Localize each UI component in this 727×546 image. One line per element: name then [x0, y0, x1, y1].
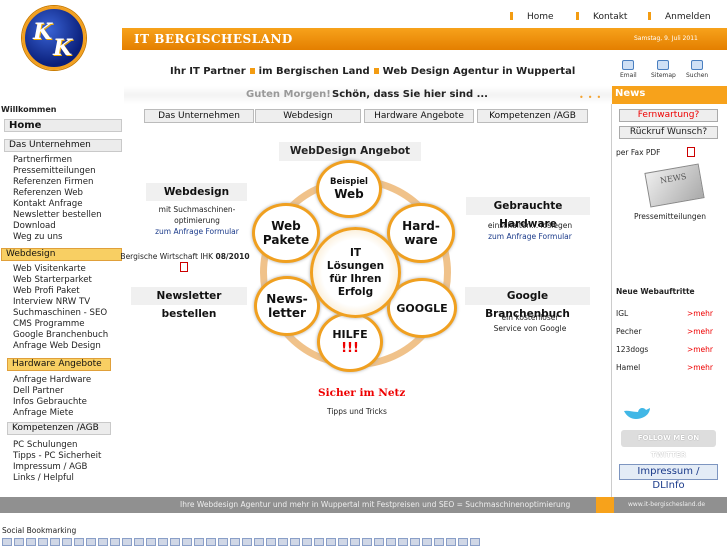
nav-kontakt[interactable]: Kontakt	[576, 12, 627, 22]
sidebar-section-kompetenzen[interactable]: Kompetenzen /AGB	[7, 422, 111, 435]
fax-pdf-link[interactable]: per Fax PDF	[616, 148, 719, 157]
tagline: Ihr IT Partner im Bergischen Land Web Desi…	[170, 66, 576, 77]
site-logo[interactable]: K K	[22, 6, 86, 70]
sidebar-link[interactable]: Interview NRW TV	[13, 297, 90, 307]
footer-text: Ihre Webdesign Agentur und mehr in Wuppe…	[180, 500, 571, 509]
sidebar-link[interactable]: Web Visitenkarte	[13, 264, 86, 274]
tab-kompetenzen[interactable]: Kompetenzen /AGB	[477, 109, 588, 123]
newsletter-title[interactable]: Newsletter bestellen	[131, 287, 247, 320]
left-sidebar: Willkommen Home Das Unternehmen Partnerf…	[0, 104, 124, 498]
sidebar-link[interactable]: Web Starterparket	[13, 275, 92, 285]
tab-webdesign[interactable]: Webdesign	[255, 109, 361, 123]
divider	[611, 104, 612, 497]
webdesign-text: mit Suchmaschinen-optimierung zum Anfrag…	[155, 205, 239, 236]
search-icon	[691, 60, 704, 70]
greeting-time: Guten Morgen!	[246, 89, 331, 100]
fernwartung-button[interactable]: Fernwartung?	[619, 109, 718, 122]
logo-letter-k2: K	[53, 35, 73, 61]
circle-web-pakete[interactable]: Web Pakete	[252, 203, 320, 263]
rueckruf-button[interactable]: Rückruf Wunsch?	[619, 126, 718, 139]
neue-webauftritte-heading: Neue Webauftritte	[616, 287, 695, 296]
webauftritt-row[interactable]: Hamel >mehr	[616, 363, 719, 372]
circle-newsletter[interactable]: News-letter	[254, 276, 320, 336]
sidebar-link[interactable]: PC Schulungen	[13, 440, 77, 450]
sidebar-link[interactable]: Impressum / AGB	[13, 462, 87, 472]
sidebar-link[interactable]: Google Branchenbuch	[13, 330, 108, 340]
social-bookmarking-label: Social Bookmarking	[2, 526, 77, 535]
current-date: Samstag, 9. Juli 2011	[634, 35, 698, 42]
sidebar-section-webdesign[interactable]: Webdesign	[1, 248, 122, 261]
tipps-text: Tipps und Tricks	[327, 407, 387, 416]
welcome-label: Willkommen	[1, 105, 57, 114]
webdesign-form-link[interactable]: zum Anfrage Formular	[155, 227, 239, 236]
hardware-text: einschalten... loslegen zum Anfrage Form…	[487, 221, 573, 241]
sidebar-link[interactable]: Web Profi Paket	[13, 286, 80, 296]
sidebar-link[interactable]: Newsletter bestellen	[13, 210, 102, 220]
sitemap-icon	[657, 60, 670, 70]
pressemitteilungen-link[interactable]: Pressemitteilungen	[634, 212, 727, 221]
circle-beispiel-web[interactable]: Beispiel Web	[316, 160, 382, 218]
main-title: WebDesign Angebot	[279, 142, 421, 161]
sidebar-section-unternehmen[interactable]: Das Unternehmen	[4, 139, 122, 152]
circle-hilfe[interactable]: HILFE!!!	[317, 312, 383, 372]
webauftritt-row[interactable]: Pecher >mehr	[616, 327, 719, 336]
follow-twitter-button[interactable]: FOLLOW ME ON TWITTER	[621, 430, 716, 459]
sidebar-section-hardware[interactable]: Hardware Angebote	[7, 358, 111, 371]
sidebar-link[interactable]: Weg zu uns	[13, 232, 63, 242]
decor-dots: •••	[579, 93, 606, 102]
sidebar-link[interactable]: Suchmaschinen - SEO	[13, 308, 107, 318]
sidebar-link[interactable]: Download	[13, 221, 56, 231]
tab-hardware[interactable]: Hardware Angebote	[364, 109, 474, 123]
footer-url[interactable]: www.it-bergischesland.de	[628, 501, 705, 508]
newspaper-image: NEWS	[644, 163, 705, 208]
webauftritt-row[interactable]: IGL >mehr	[616, 309, 719, 318]
search-link[interactable]: Suchen	[686, 60, 708, 79]
email-link[interactable]: Email	[620, 60, 637, 79]
nav-anmelden[interactable]: Anmelden	[648, 12, 711, 22]
tab-unternehmen[interactable]: Das Unternehmen	[144, 109, 254, 123]
sidebar-link[interactable]: Pressemitteilungen	[13, 166, 96, 176]
sidebar-link[interactable]: Referenzen Web	[13, 188, 83, 198]
sidebar-link[interactable]: CMS Programme	[13, 319, 85, 329]
pdf-icon[interactable]	[687, 147, 695, 157]
sidebar-link[interactable]: Infos Gebrauchte	[13, 397, 87, 407]
top-navigation: Home Kontakt Anmelden	[124, 8, 727, 28]
sicher-im-netz-link[interactable]: Sicher im Netz	[318, 387, 405, 399]
site-title: IT BERGISCHESLAND	[134, 32, 293, 46]
impressum-button[interactable]: Impressum / DLInfo	[619, 464, 718, 491]
email-icon	[622, 60, 635, 70]
pdf-icon[interactable]	[180, 262, 188, 272]
sidebar-link[interactable]: Kontakt Anfrage	[13, 199, 83, 209]
sidebar-link[interactable]: Partnerfirmen	[13, 155, 72, 165]
twitter-bird-icon	[624, 407, 650, 419]
hardware-title[interactable]: Gebrauchte Hardware	[466, 197, 590, 230]
footer-accent	[596, 497, 614, 513]
sidebar-link[interactable]: Dell Partner	[13, 386, 64, 396]
branchenbuch-title[interactable]: Google Branchenbuch	[465, 287, 590, 320]
news-header: News	[612, 86, 727, 104]
branchenbuch-text: ein kostenloser Service von Google	[493, 313, 567, 333]
logo-letter-k1: K	[33, 19, 53, 45]
hardware-form-link[interactable]: zum Anfrage Formular	[488, 232, 572, 241]
sitemap-link[interactable]: Sitemap	[651, 60, 676, 79]
wirtschaft-note[interactable]: Bergische Wirtschaft IHK 08/2010	[120, 251, 250, 262]
sidebar-link[interactable]: Tipps - PC Sicherheit	[13, 451, 101, 461]
sidebar-link[interactable]: Anfrage Web Design	[13, 341, 101, 351]
greeting-welcome: Schön, dass Sie hier sind ...	[332, 89, 488, 100]
webauftritt-row[interactable]: 123dogs >mehr	[616, 345, 719, 354]
nav-home[interactable]: Home	[510, 12, 554, 22]
circle-it-loesungen[interactable]: IT Lösungen für Ihren Erfolg	[310, 227, 401, 318]
webdesign-title[interactable]: Webdesign	[146, 183, 247, 201]
sidebar-link[interactable]: Anfrage Miete	[13, 408, 73, 418]
sidebar-link[interactable]: Referenzen Firmen	[13, 177, 93, 187]
sidebar-link[interactable]: Links / Helpful	[13, 473, 74, 483]
sidebar-home[interactable]: Home	[4, 119, 122, 132]
sidebar-link[interactable]: Anfrage Hardware	[13, 375, 91, 385]
